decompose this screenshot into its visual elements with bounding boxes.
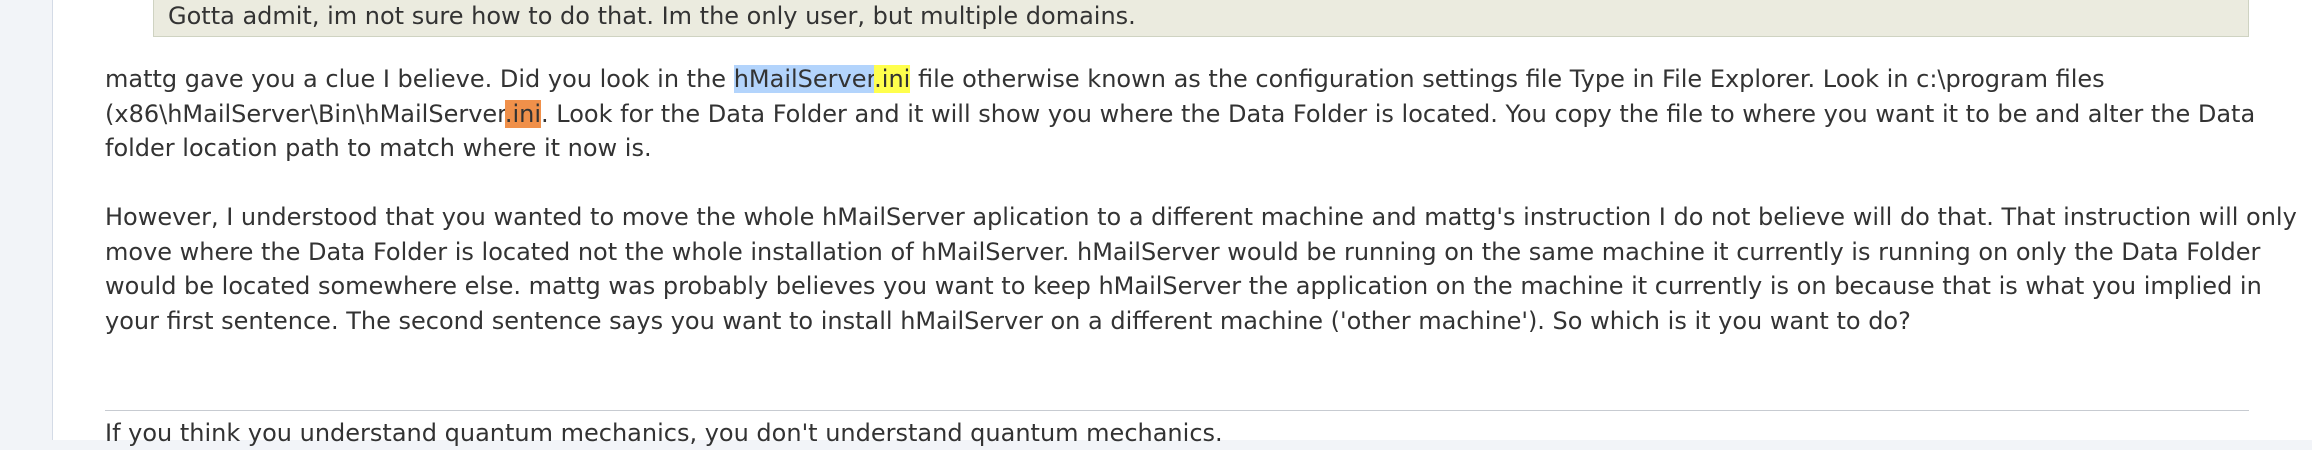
reply-p1-text-before: mattg gave you a clue I believe. Did you… <box>105 65 734 93</box>
selected-term-hmailserver: hMailServer <box>733 65 875 93</box>
forum-post-container: Gotta admit, im not sure how to do that.… <box>52 0 2312 447</box>
reply-body: mattg gave you a clue I believe. Did you… <box>105 62 2305 338</box>
quote-block: Gotta admit, im not sure how to do that.… <box>153 0 2249 37</box>
search-match-ini: .ini <box>874 65 911 93</box>
current-search-match-ini: .ini <box>504 99 542 128</box>
signature-text: If you think you understand quantum mech… <box>105 419 1223 447</box>
quote-text: Gotta admit, im not sure how to do that.… <box>168 2 1136 30</box>
signature-divider <box>105 410 2249 411</box>
reply-paragraph-2: However, I understood that you wanted to… <box>105 203 2297 335</box>
reply-paragraph-1: mattg gave you a clue I believe. Did you… <box>105 62 2305 166</box>
